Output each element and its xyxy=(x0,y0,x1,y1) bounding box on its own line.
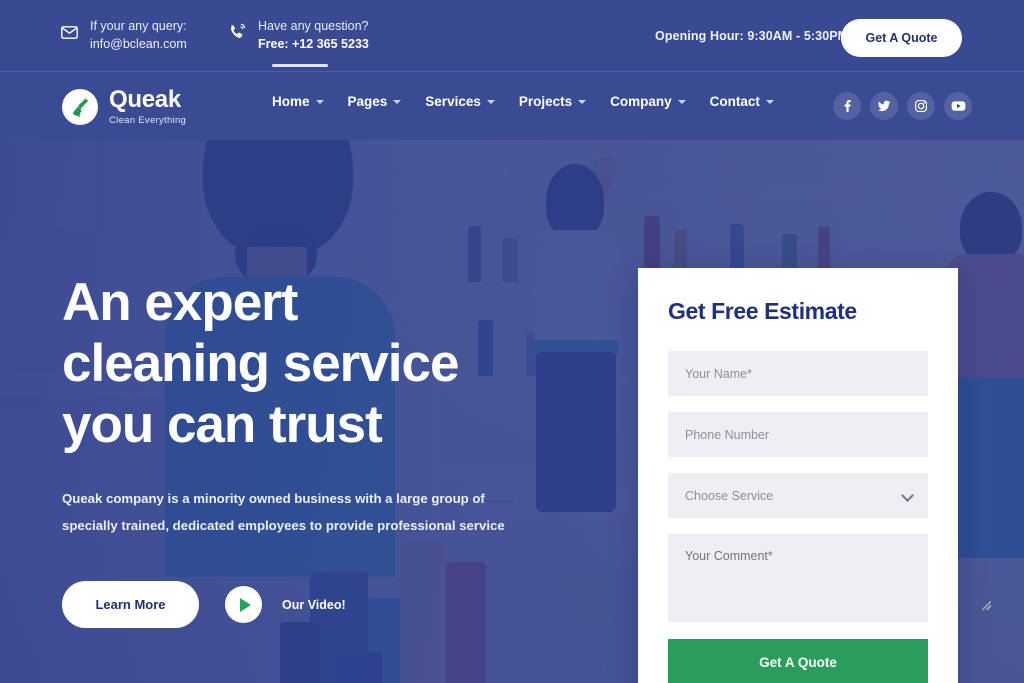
form-get-a-quote-button[interactable]: Get A Quote xyxy=(668,639,928,683)
nav-item-pages[interactable]: Pages xyxy=(348,94,426,109)
facebook-icon[interactable] xyxy=(833,92,861,120)
nav-label: Services xyxy=(425,94,481,109)
chevron-down-icon xyxy=(486,99,495,104)
learn-more-button[interactable]: Learn More xyxy=(62,581,199,628)
page-root: If your any query: info@bclean.com Have … xyxy=(0,0,1024,683)
topbar-email-block: If your any query: info@bclean.com xyxy=(58,19,187,52)
hero-heading-line-2: cleaning service xyxy=(62,334,459,393)
chevron-down-icon xyxy=(393,99,402,104)
textarea-resize-handle[interactable] xyxy=(982,601,991,610)
topbar-phone-label: Have any question? xyxy=(258,19,369,33)
nav-item-services[interactable]: Services xyxy=(425,94,519,109)
phone-ring-icon xyxy=(226,19,248,45)
broom-icon xyxy=(62,88,98,125)
nav-item-company[interactable]: Company xyxy=(610,94,710,109)
nav-label: Contact xyxy=(709,94,760,109)
service-select-value: Choose Service xyxy=(668,473,928,518)
comment-textarea[interactable] xyxy=(668,534,928,622)
topbar-email-value[interactable]: info@bclean.com xyxy=(90,37,187,52)
brand-logo[interactable]: Queak Clean Everything xyxy=(62,88,186,126)
nav-item-contact[interactable]: Contact xyxy=(710,94,798,109)
instagram-icon[interactable] xyxy=(907,92,935,120)
nav-label: Home xyxy=(272,94,310,109)
nav-label: Projects xyxy=(518,94,573,109)
chevron-down-icon xyxy=(765,99,774,104)
topbar-get-a-quote-button[interactable]: Get A Quote xyxy=(841,19,962,57)
twitter-icon[interactable] xyxy=(870,92,898,120)
topbar-accent-underline xyxy=(272,64,328,67)
hero-heading: An expert cleaning service you can trust xyxy=(62,272,602,455)
name-input[interactable] xyxy=(668,351,928,396)
nav-item-home[interactable]: Home xyxy=(272,94,348,109)
opening-hours-text: Opening Hour: 9:30AM - 5:30PM xyxy=(655,29,849,43)
chevron-down-icon xyxy=(677,99,686,104)
top-utility-bar: If your any query: info@bclean.com Have … xyxy=(0,0,1024,72)
hero-heading-line-3: you can trust xyxy=(62,395,383,454)
hero-heading-line-1: An expert xyxy=(62,273,298,332)
form-title: Get Free Estimate xyxy=(668,298,857,324)
hero-content: An expert cleaning service you can trust… xyxy=(62,272,602,628)
phone-input[interactable] xyxy=(668,412,928,457)
hero-actions: Learn More Our Video! xyxy=(62,581,602,628)
topbar-email-label: If your any query: xyxy=(90,19,187,33)
chevron-down-icon xyxy=(315,99,324,104)
hero-paragraph: Queak company is a minority owned busine… xyxy=(62,491,505,533)
video-label: Our Video! xyxy=(282,597,346,612)
youtube-icon[interactable] xyxy=(944,92,972,120)
nav-item-projects[interactable]: Projects xyxy=(519,94,610,109)
video-trigger[interactable]: Our Video! xyxy=(225,586,346,623)
nav-items: Home Pages Services Projects Company Con… xyxy=(272,94,798,109)
get-free-estimate-card: Get Free Estimate Choose Service Get A Q… xyxy=(638,268,958,683)
service-select[interactable]: Choose Service xyxy=(668,473,928,518)
brand-name: Queak xyxy=(109,86,181,113)
envelope-icon xyxy=(58,19,80,45)
nav-label: Pages xyxy=(347,94,388,109)
topbar-phone-value[interactable]: Free: +12 365 5233 xyxy=(258,37,369,52)
brand-tagline: Clean Everything xyxy=(109,115,187,126)
topbar-phone-block: Have any question? Free: +12 365 5233 xyxy=(226,19,369,52)
social-links xyxy=(833,92,972,120)
play-icon[interactable] xyxy=(225,586,262,623)
nav-label: Company xyxy=(610,94,672,109)
chevron-down-icon xyxy=(578,99,587,104)
